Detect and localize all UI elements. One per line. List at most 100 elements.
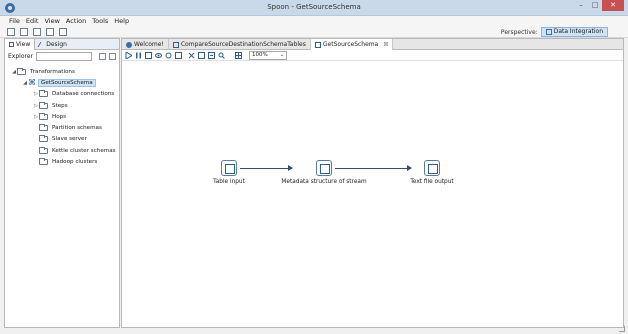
window-controls: – □ ✕ xyxy=(574,0,624,12)
folder-icon xyxy=(39,158,48,166)
save-as-icon[interactable] xyxy=(59,28,67,36)
preview-icon[interactable] xyxy=(155,52,162,59)
hop-metadata-to-text-output[interactable] xyxy=(335,165,412,171)
data-integration-icon xyxy=(545,29,552,35)
tree-item[interactable]: Slave server xyxy=(5,134,119,145)
tree-item-label: Slave server xyxy=(52,136,87,143)
tree-item[interactable]: ▷ Steps xyxy=(5,100,119,111)
explorer-tree: ◢ Transformations ◢ ⌘ GetSourceSchema ▷ Databa… xyxy=(5,63,119,168)
pause-icon[interactable] xyxy=(135,52,142,59)
left-panel: View Design Explorer ◢ Transformations ◢ ⌘ G… xyxy=(4,38,120,328)
close-tab-icon[interactable]: ⊠ xyxy=(383,39,388,50)
tree-item-label: Kettle cluster schemas xyxy=(52,147,116,154)
debug-icon[interactable] xyxy=(165,52,172,59)
table-input-label: Table input xyxy=(213,179,245,185)
menu-view[interactable]: View xyxy=(41,16,62,26)
maximize-button[interactable]: □ xyxy=(588,0,602,11)
text-file-output-step[interactable] xyxy=(424,160,440,176)
title-bar: Spoon - GetSourceSchema – □ ✕ xyxy=(0,0,628,16)
save-icon[interactable] xyxy=(46,28,54,36)
run-icon[interactable] xyxy=(125,52,132,59)
window-title: Spoon - GetSourceSchema xyxy=(267,3,361,11)
transformation-icon xyxy=(314,41,321,48)
replay-icon[interactable] xyxy=(175,52,182,59)
hop-table-input-to-metadata[interactable] xyxy=(240,165,293,171)
tree-item-label: Hadoop clusters xyxy=(52,159,98,166)
text-file-output-label: Text file output xyxy=(410,179,454,185)
explore-db-icon[interactable] xyxy=(218,52,225,59)
editor-toolbar: 100% ⌄ xyxy=(122,50,623,61)
folder-icon xyxy=(17,67,26,75)
tab-design-label: Design xyxy=(46,41,67,48)
stop-icon[interactable] xyxy=(145,52,152,59)
tree-item[interactable]: ▷ Hops xyxy=(5,111,119,122)
menu-action[interactable]: Action xyxy=(63,16,89,26)
tree-item[interactable]: ◢ ⌘ GetSourceSchema xyxy=(5,77,119,88)
tab-design[interactable]: Design xyxy=(35,39,71,50)
tab-view[interactable]: View xyxy=(5,39,36,50)
tab-view-label: View xyxy=(16,41,31,48)
menu-help[interactable]: Help xyxy=(111,16,132,26)
tree-item-label: Database connections xyxy=(52,91,115,98)
tree-item-label: Steps xyxy=(52,102,68,109)
table-input-step[interactable] xyxy=(221,160,237,176)
tab-welcome[interactable]: Welcome! xyxy=(122,39,169,50)
metadata-structure-label: Metadata structure of stream xyxy=(281,179,367,185)
tree-item-label: Transformations xyxy=(30,68,75,75)
minimize-button[interactable]: – xyxy=(574,0,588,11)
close-button[interactable]: ✕ xyxy=(602,0,624,11)
expand-all-icon[interactable] xyxy=(98,53,106,60)
perspective-value: Data Integration xyxy=(553,28,603,35)
sql-icon[interactable] xyxy=(208,52,215,59)
tree-item[interactable]: Partition schemas xyxy=(5,122,119,133)
tree-item[interactable]: ◢ Transformations xyxy=(5,66,119,77)
main-toolbar: Perspective: Data Integration xyxy=(0,26,628,38)
tree-item-label: Hops xyxy=(52,113,67,120)
explorer-row: Explorer xyxy=(5,50,119,63)
left-panel-tabs: View Design xyxy=(5,39,119,50)
new-file-icon[interactable] xyxy=(7,28,15,36)
data-integration-perspective-button[interactable]: Data Integration xyxy=(540,27,608,37)
transformation-canvas[interactable]: Table input Metadata structure of stream… xyxy=(122,62,623,328)
tab-compare-source-destination[interactable]: CompareSourceDestinationSchemaTables xyxy=(169,39,311,50)
folder-icon xyxy=(39,90,48,98)
open-file-icon[interactable] xyxy=(20,28,28,36)
tab-get-source-schema-label: GetSourceSchema xyxy=(322,41,379,48)
perspective-switcher: Perspective: Data Integration xyxy=(501,26,608,38)
menu-bar: File Edit View Action Tools Help xyxy=(0,16,628,26)
zoom-value: 100% xyxy=(252,52,268,58)
menu-file[interactable]: File xyxy=(6,16,23,26)
chevron-down-icon: ⌄ xyxy=(279,52,284,58)
welcome-icon xyxy=(126,41,132,48)
tab-get-source-schema[interactable]: GetSourceSchema ⊠ xyxy=(310,39,394,50)
tree-item[interactable]: ▷ Database connections xyxy=(5,89,119,100)
collapse-all-icon[interactable] xyxy=(108,53,116,60)
tree-item[interactable]: Kettle cluster schemas xyxy=(5,145,119,156)
view-icon xyxy=(9,42,14,47)
folder-icon xyxy=(39,112,48,120)
tree-item-label: GetSourceSchema xyxy=(38,78,96,87)
explore-repository-icon[interactable] xyxy=(33,28,41,36)
transformation-icon xyxy=(172,41,179,48)
folder-icon xyxy=(39,124,48,132)
folder-icon xyxy=(39,146,48,154)
verify-icon[interactable] xyxy=(188,52,195,59)
editor-tabs: Welcome! CompareSourceDestinationSchemaT… xyxy=(122,39,623,50)
folder-icon xyxy=(39,101,48,109)
perspective-label: Perspective: xyxy=(500,28,538,36)
metadata-structure-step[interactable] xyxy=(316,160,332,176)
transformation-icon: ⌘ xyxy=(28,77,36,87)
explorer-search-input[interactable] xyxy=(35,52,92,61)
impact-icon[interactable] xyxy=(198,52,205,59)
menu-tools[interactable]: Tools xyxy=(89,16,111,26)
explorer-label: Explorer xyxy=(8,53,33,60)
grid-icon[interactable] xyxy=(235,52,242,59)
menu-edit[interactable]: Edit xyxy=(23,16,42,26)
window-resize-grip[interactable] xyxy=(619,326,625,332)
tab-compare-label: CompareSourceDestinationSchemaTables xyxy=(180,41,306,48)
tree-item-label: Partition schemas xyxy=(52,125,102,132)
pencil-icon xyxy=(37,42,46,47)
folder-icon xyxy=(39,135,48,143)
zoom-select[interactable]: 100% ⌄ xyxy=(249,51,287,60)
tree-item[interactable]: Hadoop clusters xyxy=(5,156,119,167)
